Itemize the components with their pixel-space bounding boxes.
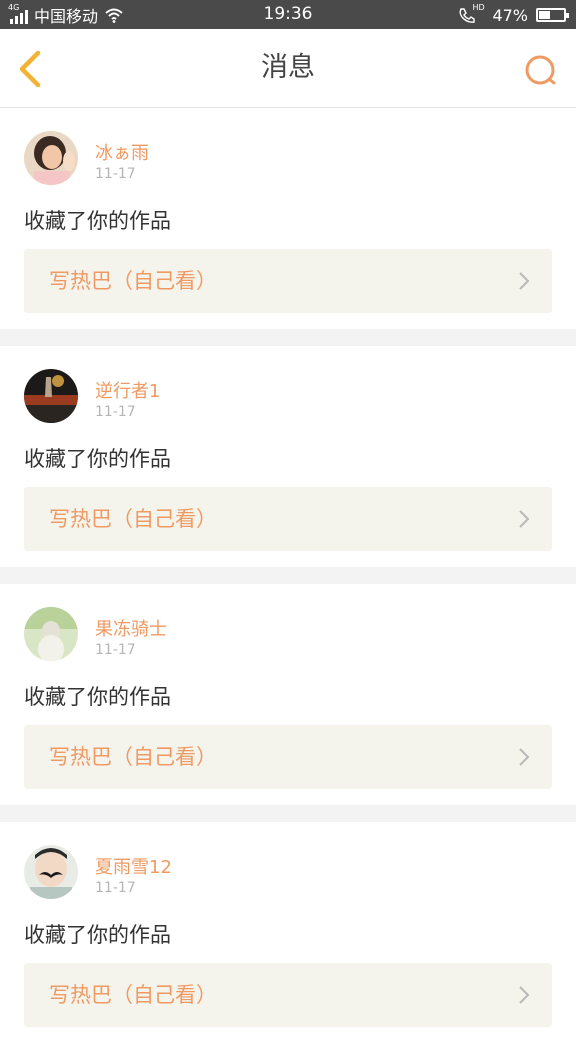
message-text: 收藏了你的作品 — [24, 447, 171, 471]
work-link[interactable]: 写热巴（自己看） — [24, 963, 552, 1027]
message-text: 收藏了你的作品 — [24, 209, 171, 233]
work-link[interactable]: 写热巴（自己看） — [24, 725, 552, 789]
chevron-right-icon — [519, 272, 530, 290]
avatar[interactable] — [24, 369, 78, 423]
sender-name[interactable]: 夏雨雪12 — [95, 853, 172, 879]
battery-percent: 47% — [492, 5, 528, 25]
status-right: HD 47% — [458, 3, 569, 26]
chevron-right-icon — [519, 986, 530, 1004]
work-title: 写热巴（自己看） — [49, 269, 217, 293]
battery-icon — [536, 8, 569, 22]
divider — [0, 805, 576, 822]
chevron-right-icon — [519, 510, 530, 528]
sender-name[interactable]: 果冻骑士 — [95, 615, 167, 641]
message-item: 夏雨雪12 11-17 收藏了你的作品 写热巴（自己看） — [0, 822, 576, 1043]
message-text: 收藏了你的作品 — [24, 685, 171, 709]
avatar[interactable] — [24, 845, 78, 899]
message-item: 逆行者1 11-17 收藏了你的作品 写热巴（自己看） — [0, 346, 576, 567]
call-hd-icon: HD — [458, 3, 485, 25]
sender-name[interactable]: 冰ぁ雨 — [95, 139, 149, 165]
message-date: 11-17 — [95, 166, 136, 182]
work-title: 写热巴（自己看） — [49, 745, 217, 769]
message-text: 收藏了你的作品 — [24, 923, 171, 947]
status-bar: 4G 中国移动 19:36 HD 47% — [0, 0, 576, 29]
chevron-right-icon — [519, 748, 530, 766]
hd-label: HD — [472, 3, 485, 12]
message-date: 11-17 — [95, 642, 136, 658]
work-title: 写热巴（自己看） — [49, 507, 217, 531]
page-title: 消息 — [261, 52, 315, 83]
work-link[interactable]: 写热巴（自己看） — [24, 249, 552, 313]
divider — [0, 329, 576, 346]
message-list: 冰ぁ雨 11-17 收藏了你的作品 写热巴（自己看） 逆行者1 11-17 收藏… — [0, 108, 576, 1043]
message-date: 11-17 — [95, 880, 136, 896]
sender-name[interactable]: 逆行者1 — [95, 377, 160, 403]
divider — [0, 567, 576, 584]
search-icon[interactable] — [520, 51, 560, 91]
avatar[interactable] — [24, 131, 78, 185]
message-date: 11-17 — [95, 404, 136, 420]
avatar[interactable] — [24, 607, 78, 661]
message-item: 冰ぁ雨 11-17 收藏了你的作品 写热巴（自己看） — [0, 108, 576, 329]
work-link[interactable]: 写热巴（自己看） — [24, 487, 552, 551]
nav-header: 消息 — [0, 29, 576, 108]
message-item: 果冻骑士 11-17 收藏了你的作品 写热巴（自己看） — [0, 584, 576, 805]
work-title: 写热巴（自己看） — [49, 983, 217, 1007]
